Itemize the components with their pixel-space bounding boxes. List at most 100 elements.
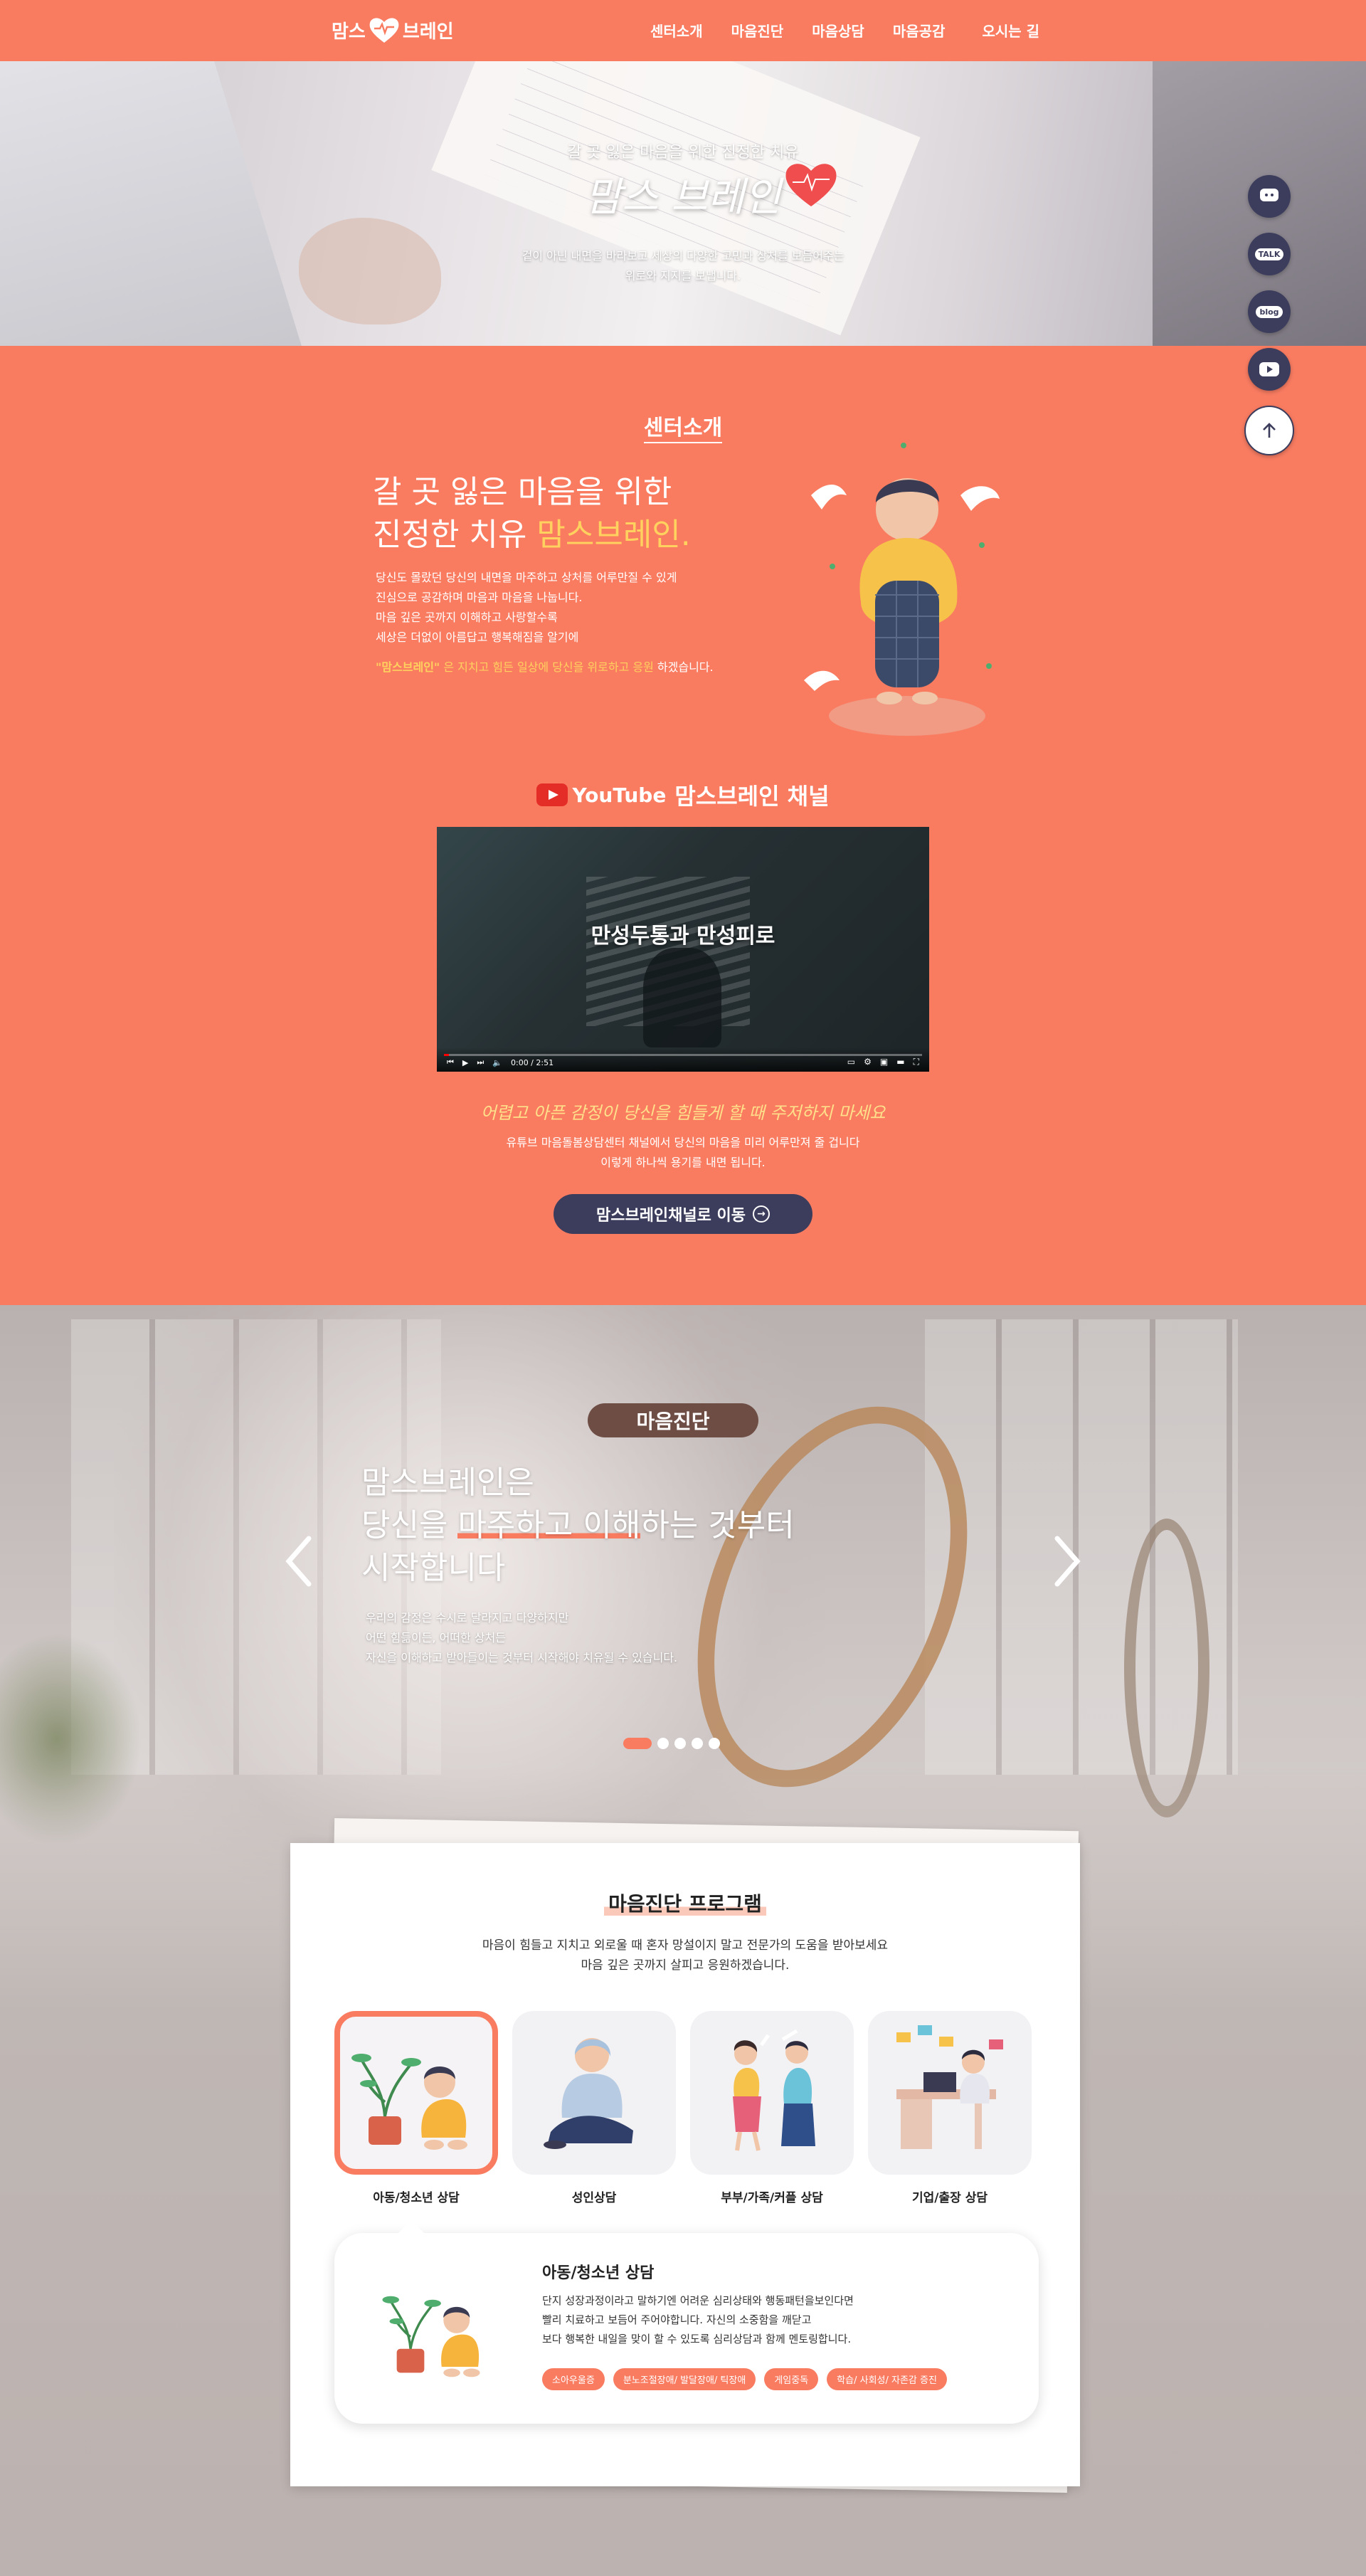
skip-next-icon[interactable]: ⏭ (477, 1057, 484, 1067)
video-controls-left: ⏮ ▶ ⏭ 🔈 0:00 / 2:51 (447, 1057, 554, 1067)
video-progress-bar[interactable] (444, 1054, 922, 1056)
program-tab-business[interactable]: 기업/출장 상담 (868, 2011, 1032, 2205)
slider-dot[interactable] (709, 1738, 720, 1749)
miniplayer-icon[interactable]: ▣ (880, 1057, 888, 1067)
child-with-plant-illustration (351, 2054, 467, 2150)
youtube-channel-title: YouTube 맘스브레인 채널 (0, 778, 1366, 811)
nav-item-diagnosis[interactable]: 마음진단 (731, 20, 784, 41)
program-tag: 게임중독 (764, 2368, 819, 2390)
program-description: 마음이 힘들고 지치고 외로울 때 혼자 망설이지 말고 전문가의 도움을 받아… (290, 1936, 1080, 1975)
intro-paragraph: 당신도 몰랐던 당신의 내면을 마주하고 상처를 어루만질 수 있게 진심으로 … (376, 568, 677, 648)
slide-heading-underlined: 마주하고 이해 (457, 1507, 641, 1543)
settings-gear-icon[interactable]: ⚙ (864, 1057, 872, 1067)
skip-back-icon[interactable]: ⏮ (447, 1057, 454, 1067)
kakaotalk-button[interactable]: TALK (1248, 233, 1291, 275)
quick-menu: TALK blog (1244, 175, 1294, 455)
slide-paragraph-line: 우리의 감정은 수시로 달라지고 다양하지만 (366, 1611, 569, 1625)
program-desc-line: 마음 깊은 곳까지 살피고 응원하겠습니다. (581, 1958, 790, 1973)
kakaotalk-icon: TALK (1254, 248, 1284, 260)
video-controls-right: ▭ ⚙ ▣ ▬ ⛶ (847, 1057, 919, 1067)
youtube-play-icon (536, 783, 568, 806)
program-tab-child[interactable]: 아동/청소년 상담 (334, 2011, 498, 2205)
program-tab-label: 성인상담 (571, 2191, 617, 2205)
nav-item-center[interactable]: 센터소개 (650, 20, 703, 41)
program-tag: 소아우울증 (542, 2368, 605, 2390)
slide-heading-line3: 시작합니다 (361, 1550, 506, 1586)
nav-item-directions[interactable]: 오시는 길 (982, 20, 1039, 41)
youtube-video-player[interactable]: 만성두통과 만성피로 ⏮ ▶ ⏭ 🔈 0:00 / 2:51 ▭ ⚙ ▣ ▬ ⛶ (437, 827, 929, 1072)
logo-text-left: 맘스 (332, 21, 366, 43)
program-detail-panel: 아동/청소년 상담 단지 성장과정이라고 말하기엔 어려운 심리상태와 행동패턴… (334, 2220, 1039, 2424)
slider-prev-arrow-icon[interactable] (282, 1533, 317, 1590)
youtube-logo-text: YouTube (572, 783, 667, 807)
sitting-person-illustration (804, 443, 1000, 736)
hero-banner: 갈 곳 잃은 마음을 위한 진정한 치유 맘스 브레인 겉이 아닌 내면을 바라… (0, 61, 1366, 346)
program-tag: 학습/ 사회성/ 자존감 증진 (827, 2368, 947, 2390)
slider-dot[interactable] (657, 1738, 669, 1749)
slider-next-arrow-icon[interactable] (1049, 1533, 1084, 1590)
intro-paragraph-line: 진심으로 공감하며 마음과 마음을 나눕니다. (376, 591, 583, 604)
hero-subtitle: 갈 곳 잃은 마음을 위한 진정한 치유 (567, 144, 799, 162)
slide-paragraph: 우리의 감정은 수시로 달라지고 다양하지만 어떤 힘듦이든, 어떠한 상처든 … (366, 1608, 677, 1668)
arrow-right-circle-icon: → (753, 1205, 771, 1223)
slide-heading-pre: 당신을 (361, 1507, 458, 1543)
subtitles-icon[interactable]: ▭ (847, 1057, 855, 1067)
sad-adult-illustration (544, 2038, 633, 2149)
program-title: 마음진단 프로그램 (290, 1889, 1080, 1917)
play-icon[interactable]: ▶ (462, 1058, 468, 1067)
program-tabs: 아동/청소년 상담 성인상담 부부/가족/커플 상담 기업/출장 상담 (334, 2011, 1032, 2205)
header: 맘스 브레인 센터소개 마음진단 마음상담 마음공감 오시는 길 (0, 0, 1366, 61)
hero-title: 맘스 브레인 (585, 174, 781, 221)
heart-logo-icon (369, 18, 399, 43)
slider-pagination (623, 1738, 720, 1749)
logo[interactable]: 맘스 브레인 (332, 16, 454, 44)
scroll-top-button[interactable] (1244, 406, 1294, 455)
chat-button[interactable] (1248, 175, 1291, 218)
blog-button[interactable]: blog (1248, 290, 1291, 333)
volume-icon[interactable]: 🔈 (492, 1058, 502, 1067)
youtube-description: 유튜브 마음돌봄상담센터 채널에서 당신의 마음을 미리 어루만져 줄 겁니다 … (0, 1133, 1366, 1173)
program-tab-label: 부부/가족/커플 상담 (721, 2191, 823, 2205)
video-title: 만성두통과 만성피로 (591, 924, 775, 949)
intro-paragraph-line: 마음 깊은 곳까지 이해하고 사랑할수록 (376, 611, 558, 624)
nav-item-counseling[interactable]: 마음상담 (812, 20, 864, 41)
fullscreen-icon[interactable]: ⛶ (914, 1057, 919, 1067)
youtube-desc-line: 이렇게 하나씩 용기를 내면 됩니다. (600, 1156, 766, 1169)
slider-dot[interactable] (623, 1738, 652, 1749)
theater-icon[interactable]: ▬ (896, 1057, 904, 1067)
slide-heading-line1: 맘스브레인은 (361, 1464, 534, 1501)
section-title: 센터소개 (0, 410, 1366, 443)
slide-heading-line2: 당신을 마주하고 이해하는 것부터 (361, 1504, 795, 1547)
program-tab-family[interactable]: 부부/가족/커플 상담 (690, 2011, 854, 2205)
channel-title-text: 맘스브레인 채널 (674, 783, 830, 810)
youtube-button[interactable] (1248, 348, 1291, 391)
program-detail-text: 단지 성장과정이라고 말하기엔 어려운 심리상태와 행동패턴을보인다면 빨리 치… (542, 2291, 854, 2349)
program-tab-adult[interactable]: 성인상담 (512, 2011, 676, 2205)
child-with-plant-illustration (382, 2296, 480, 2377)
program-image (868, 2011, 1032, 2175)
slide-heading-post: 하는 것부터 (640, 1507, 795, 1543)
program-image (512, 2011, 676, 2175)
slider-dot[interactable] (692, 1738, 703, 1749)
youtube-desc-line: 유튜브 마음돌봄상담센터 채널에서 당신의 마음을 미리 어루만져 줄 겁니다 (506, 1136, 860, 1149)
hero-desc-line: 위로와 지지를 보냅니다. (625, 269, 741, 283)
intro-heading: 갈 곳 잃은 마음을 위한 진정한 치유 맘스브레인. (373, 471, 691, 556)
go-to-channel-button[interactable]: 맘스브레인채널로 이동 → (554, 1194, 812, 1234)
video-person-silhouette (643, 948, 721, 1047)
heart-pulse-icon (785, 164, 837, 206)
nav-item-empathy[interactable]: 마음공감 (893, 20, 946, 41)
program-detail-line: 보다 행복한 내일을 맞이 할 수 있도록 심리상담과 함께 멘토링합니다. (542, 2333, 852, 2345)
program-card: 마음진단 프로그램 마음이 힘들고 지치고 외로울 때 혼자 망설이지 말고 전… (290, 1843, 1080, 2486)
program-image (690, 2011, 854, 2175)
program-tab-label: 아동/청소년 상담 (373, 2191, 460, 2205)
intro-highlight: "맘스브레인" 은 지치고 힘든 일상에 당신을 위로하고 응원 하겠습니다. (376, 658, 714, 675)
blog-icon: blog (1256, 305, 1283, 318)
hero-description: 겉이 아닌 내면을 바라보고 세상의 다양한 고민과 상처를 보듬어주는 위로와… (0, 246, 1366, 286)
video-time: 0:00 / 2:51 (510, 1057, 554, 1067)
couple-arguing-illustration (733, 2029, 815, 2151)
intro-heading-accent: 맘스브레인. (536, 517, 691, 553)
main-nav: 센터소개 마음진단 마음상담 마음공감 오시는 길 (650, 20, 1039, 41)
slider-dot[interactable] (674, 1738, 686, 1749)
program-title-text: 마음진단 프로그램 (604, 1892, 766, 1916)
intro-highlight-brand: "맘스브레인" (376, 660, 440, 674)
